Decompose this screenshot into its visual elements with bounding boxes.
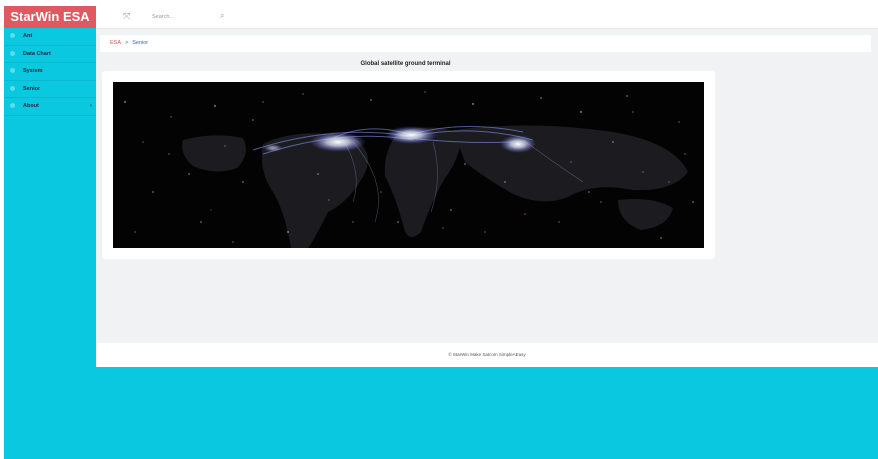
sidebar: StarWin ESA Ant Data Chart System Senior… [4, 6, 96, 459]
menu-bullet-icon [10, 50, 15, 56]
sidebar-item-label: Senior [23, 85, 41, 92]
breadcrumb: ESA > Senior [100, 35, 871, 52]
menu-toggle-icon[interactable]: ⤧ [123, 11, 130, 22]
breadcrumb-current: Senior [132, 40, 149, 46]
sidebar-item-label: System [23, 68, 43, 74]
sidebar-menu: Ant Data Chart System Senior About ‹ [4, 28, 96, 116]
app-frame: StarWin ESA Ant Data Chart System Senior… [4, 6, 878, 459]
sidebar-item-label: Data Chart [23, 50, 51, 57]
sidebar-item-label: Ant [23, 33, 33, 39]
main-content: ESA > Senior Global satellite ground termi… [96, 29, 878, 343]
sidebar-item-senior[interactable]: Senior [4, 81, 96, 98]
menu-bullet-icon [10, 103, 15, 109]
card-title: Global satellite ground terminal [360, 61, 451, 67]
menu-bullet-icon [10, 68, 15, 74]
map-card [102, 71, 715, 259]
search-input[interactable] [152, 11, 222, 23]
breadcrumb-separator: > [125, 40, 129, 46]
breadcrumb-root-link[interactable]: ESA [110, 40, 121, 46]
brand-logo[interactable]: StarWin ESA [4, 6, 96, 28]
sidebar-item-ant[interactable]: Ant [4, 28, 96, 46]
footer: © StarWin Make Satcom SimpleAEasy [96, 343, 878, 367]
satellite-terminal-map-image [113, 82, 704, 248]
sidebar-item-about[interactable]: About ‹ [4, 98, 96, 116]
sidebar-item-data-chart[interactable]: Data Chart [4, 46, 96, 63]
chevron-left-icon: ‹ [90, 103, 92, 109]
sidebar-item-system[interactable]: System [4, 63, 96, 81]
topbar: ⤧ ⌕ [96, 6, 878, 29]
menu-bullet-icon [10, 33, 15, 39]
sidebar-item-label: About [23, 103, 39, 109]
menu-bullet-icon [10, 85, 15, 91]
search-icon[interactable]: ⌕ [220, 11, 224, 21]
